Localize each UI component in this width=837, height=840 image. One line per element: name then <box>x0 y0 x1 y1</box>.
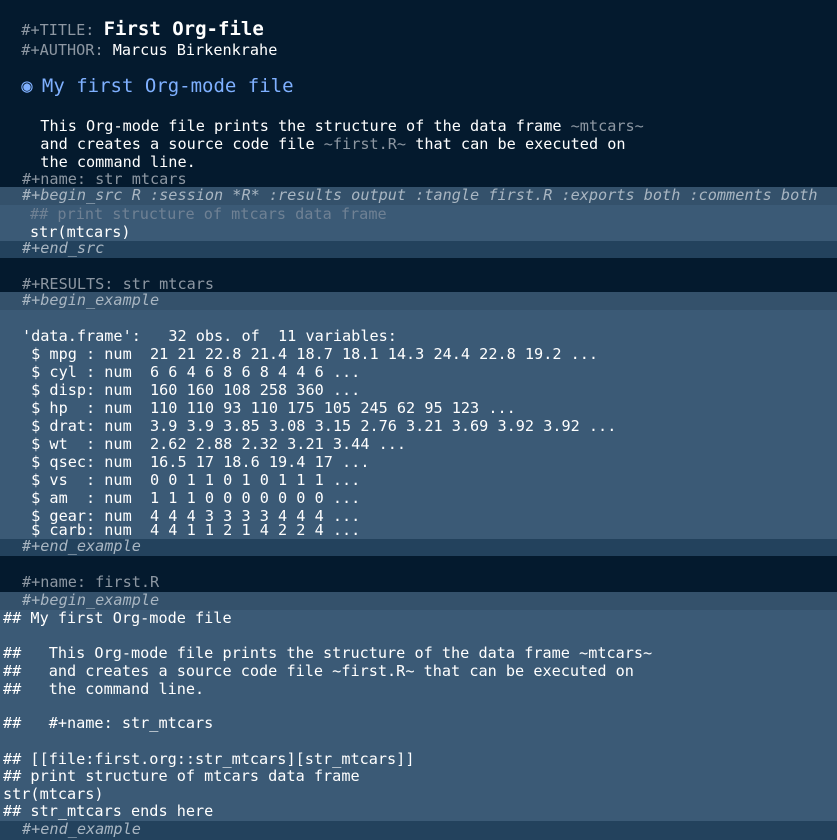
tangle-begin-line[interactable]: #+begin_example <box>0 591 837 610</box>
tangle-line: ## str_mtcars ends here <box>3 802 214 820</box>
intro-text: that can be executed on <box>415 134 626 153</box>
src-body[interactable]: ## print structure of mtcars data frame … <box>0 205 837 241</box>
src-begin-line[interactable]: #+begin_src R :session *R* :results outp… <box>0 186 837 205</box>
tangle-line: ## My first Org-mode file <box>3 609 232 627</box>
results-end-text: #+end_example <box>22 537 141 555</box>
results-line: 'data.frame': 32 obs. of 11 variables: <box>22 327 397 345</box>
org-heading[interactable]: ◉ My first Org-mode file <box>3 60 293 95</box>
heading-bullet-icon: ◉ <box>21 74 33 97</box>
results-line: $ cyl : num 6 6 4 6 8 6 8 4 4 6 ... <box>22 363 361 381</box>
author-line: #+AUTHOR: Marcus Birkenkrahe <box>3 24 277 59</box>
heading-text: My first Org-mode file <box>41 74 294 97</box>
title-line: #+TITLE: First Org-file <box>3 3 263 38</box>
intro-text: the command line. <box>40 152 196 171</box>
tangle-line: ## #+name: str_mtcars <box>3 714 214 732</box>
results-line: $ drat: num 3.9 3.9 3.85 3.08 3.15 2.76 … <box>22 417 617 435</box>
src-end-line: #+end_src <box>0 239 837 258</box>
intro-line-1: This Org-mode file prints the structure … <box>22 100 644 135</box>
intro-line-2: and creates a source code file ~first.R~… <box>22 118 625 153</box>
tangle-body[interactable]: ## My first Org-mode file ## This Org-mo… <box>0 609 837 821</box>
results-line: $ wt : num 2.62 2.88 2.32 3.21 3.44 ... <box>22 435 407 453</box>
author-name: Marcus Birkenkrahe <box>112 40 278 59</box>
tangle-line: ## and creates a source code file ~first… <box>3 662 634 680</box>
tangle-line: ## the command line. <box>3 680 205 698</box>
results-begin-text: #+begin_example <box>22 291 160 309</box>
results-line: $ qsec: num 16.5 17 18.6 19.4 17 ... <box>22 453 370 471</box>
results-begin-line[interactable]: #+begin_example <box>0 291 837 310</box>
src-begin-text: #+begin_src R :session *R* :results outp… <box>22 186 818 204</box>
results-line: $ am : num 1 1 1 0 0 0 0 0 0 0 ... <box>22 489 361 507</box>
results-line: $ hp : num 110 110 93 110 175 105 245 62… <box>22 399 516 417</box>
results-line: $ mpg : num 21 21 22.8 21.4 18.7 18.1 14… <box>22 345 599 363</box>
results-end-line: #+end_example <box>0 537 837 556</box>
author-key: #+AUTHOR: <box>21 40 104 59</box>
intro-line-3: the command line. <box>22 136 195 171</box>
tangle-begin-text: #+begin_example <box>22 591 160 609</box>
inline-code-first-r: ~first.R~ <box>323 134 407 153</box>
src-comment: ## print structure of mtcars data frame <box>30 205 387 223</box>
tangle-name-line: #+name: first.R <box>22 573 160 591</box>
tangle-end-line: #+end_example <box>0 820 837 840</box>
results-line: $ vs : num 0 0 1 1 0 1 0 1 1 1 ... <box>22 471 361 489</box>
src-end-text: #+end_src <box>22 239 105 257</box>
results-line: $ disp: num 160 160 108 258 360 ... <box>22 381 361 399</box>
results-body[interactable]: 'data.frame': 32 obs. of 11 variables: $… <box>0 310 837 539</box>
tangle-line: ## This Org-mode file prints the structu… <box>3 644 653 662</box>
tangle-end-text: #+end_example <box>22 820 141 838</box>
tangle-line: ## print structure of mtcars data frame <box>3 767 360 785</box>
